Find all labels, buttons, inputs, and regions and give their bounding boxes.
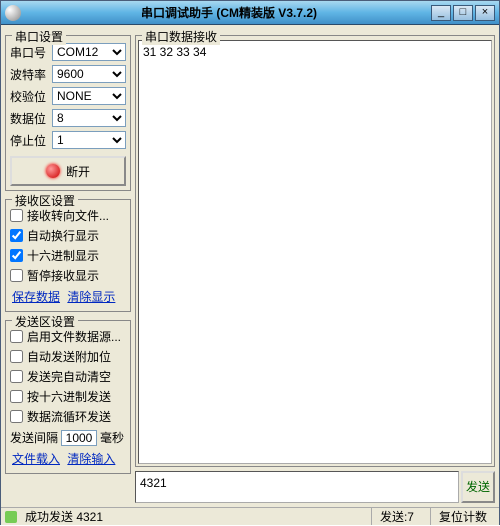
disconnect-label: 断开 bbox=[66, 163, 90, 180]
tx-settings-group: 发送区设置 启用文件数据源... 自动发送附加位 发送完自动清空 按十六进制发送… bbox=[5, 320, 131, 474]
rx-settings-group: 接收区设置 接收转向文件... 自动换行显示 十六进制显示 暂停接收显示 保存数… bbox=[5, 199, 131, 312]
record-dot-icon bbox=[46, 164, 60, 178]
com-label: 串口号 bbox=[10, 44, 52, 61]
stopbits-label: 停止位 bbox=[10, 132, 52, 149]
tx-auto-clear-check[interactable]: 发送完自动清空 bbox=[10, 368, 126, 385]
rx-autowrap-check[interactable]: 自动换行显示 bbox=[10, 227, 126, 244]
app-icon bbox=[5, 5, 21, 21]
port-settings-group: 串口设置 串口号 COM12 波特率 9600 校验位 NONE 数据位 8 bbox=[5, 35, 131, 191]
com-select[interactable]: COM12 bbox=[52, 43, 126, 61]
stopbits-select[interactable]: 1 bbox=[52, 131, 126, 149]
interval-input[interactable] bbox=[61, 430, 97, 446]
save-data-link[interactable]: 保存数据 bbox=[12, 290, 60, 304]
file-load-link[interactable]: 文件载入 bbox=[12, 452, 60, 466]
send-input[interactable]: 4321 bbox=[135, 471, 459, 503]
tx-loop-check[interactable]: 数据流循环发送 bbox=[10, 408, 126, 425]
send-button[interactable]: 发送 bbox=[461, 471, 495, 503]
reset-counter-link[interactable]: 复位计数 bbox=[430, 508, 495, 525]
rx-settings-legend: 接收区设置 bbox=[12, 192, 78, 209]
app-window: 串口调试助手 (CM精装版 V3.7.2) _ □ × 串口设置 串口号 COM… bbox=[0, 0, 500, 525]
rx-textarea[interactable]: 31 32 33 34 bbox=[138, 40, 492, 464]
baud-label: 波特率 bbox=[10, 66, 52, 83]
rx-data-legend: 串口数据接收 bbox=[142, 28, 220, 45]
clear-display-link[interactable]: 清除显示 bbox=[67, 290, 115, 304]
parity-select[interactable]: NONE bbox=[52, 87, 126, 105]
sent-count: 7 bbox=[407, 510, 414, 524]
disconnect-button[interactable]: 断开 bbox=[10, 156, 126, 186]
parity-label: 校验位 bbox=[10, 88, 52, 105]
rx-redirect-file-check[interactable]: 接收转向文件... bbox=[10, 207, 126, 224]
databits-select[interactable]: 8 bbox=[52, 109, 126, 127]
baud-select[interactable]: 9600 bbox=[52, 65, 126, 83]
window-title: 串口调试助手 (CM精装版 V3.7.2) bbox=[27, 4, 431, 21]
tx-settings-legend: 发送区设置 bbox=[12, 313, 78, 330]
clear-input-link[interactable]: 清除输入 bbox=[67, 452, 115, 466]
tx-auto-append-check[interactable]: 自动发送附加位 bbox=[10, 348, 126, 365]
rx-data-group: 串口数据接收 31 32 33 34 bbox=[135, 35, 495, 467]
interval-label: 发送间隔 bbox=[10, 429, 58, 446]
rx-hex-check[interactable]: 十六进制显示 bbox=[10, 247, 126, 264]
sent-label: 发送: bbox=[380, 510, 407, 524]
tx-file-source-check[interactable]: 启用文件数据源... bbox=[10, 328, 126, 345]
rx-pause-check[interactable]: 暂停接收显示 bbox=[10, 267, 126, 284]
titlebar[interactable]: 串口调试助手 (CM精装版 V3.7.2) _ □ × bbox=[1, 1, 499, 25]
status-ok-icon bbox=[5, 511, 17, 523]
close-button[interactable]: × bbox=[475, 5, 495, 21]
status-text: 成功发送 4321 bbox=[25, 508, 103, 525]
port-settings-legend: 串口设置 bbox=[12, 28, 66, 45]
interval-unit: 毫秒 bbox=[100, 429, 124, 446]
statusbar: 成功发送 4321 发送:7 复位计数 bbox=[1, 507, 499, 525]
minimize-button[interactable]: _ bbox=[431, 5, 451, 21]
maximize-button[interactable]: □ bbox=[453, 5, 473, 21]
tx-hex-check[interactable]: 按十六进制发送 bbox=[10, 388, 126, 405]
databits-label: 数据位 bbox=[10, 110, 52, 127]
